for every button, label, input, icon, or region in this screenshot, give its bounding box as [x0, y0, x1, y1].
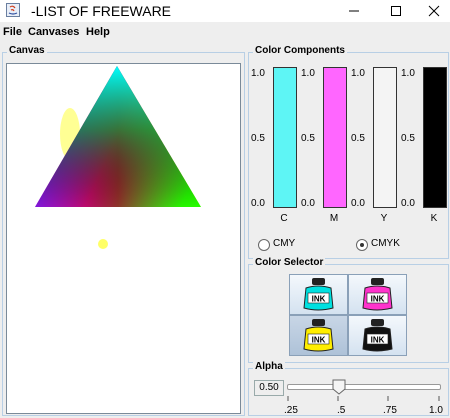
- black-bar[interactable]: [423, 67, 447, 208]
- bar-label-c: C: [280, 213, 288, 224]
- ink-bottle-icon: INK: [362, 278, 393, 311]
- alpha-slider-ticks: [287, 396, 440, 401]
- cmyk-radio-label: CMYK: [371, 238, 400, 249]
- menu-help[interactable]: Help: [86, 26, 110, 38]
- cyan-ink-button[interactable]: INK: [289, 274, 348, 315]
- alpha-legend: Alpha: [253, 361, 285, 372]
- yellow-bar[interactable]: [373, 67, 397, 208]
- alpha-tick-label: .75: [383, 405, 397, 416]
- yellow-dot: [98, 239, 108, 249]
- color-components-legend: Color Components: [253, 45, 347, 56]
- cyan-bar[interactable]: [273, 67, 297, 208]
- close-icon: [428, 5, 440, 17]
- magenta-ink-button[interactable]: INK: [348, 274, 407, 315]
- scale-label-top: 1.0: [401, 68, 415, 79]
- canvas-legend: Canvas: [7, 45, 47, 56]
- magenta-bar[interactable]: [323, 67, 347, 208]
- scale-label-top: 1.0: [301, 68, 315, 79]
- ink-bottle-icon: INK: [303, 278, 334, 311]
- scale-label-bottom: 0.0: [351, 198, 365, 209]
- cmy-radio-label: CMY: [273, 238, 296, 249]
- scale-label-top: 1.0: [251, 68, 265, 79]
- canvas-panel: Canvas: [2, 45, 245, 416]
- menu-canvases[interactable]: Canvases: [28, 26, 79, 38]
- minimize-icon: [349, 10, 359, 12]
- canvas-drawing: [35, 66, 201, 249]
- ink-label: INK: [371, 336, 385, 345]
- ink-bottle-icon: INK: [362, 319, 393, 352]
- alpha-slider-thumb[interactable]: [332, 379, 346, 395]
- close-button[interactable]: [418, 0, 450, 22]
- minimize-button[interactable]: [338, 0, 370, 22]
- menu-file[interactable]: File: [3, 26, 22, 38]
- bar-label-k: K: [430, 213, 438, 224]
- ink-label: INK: [371, 295, 385, 304]
- java-app-icon: [6, 3, 20, 17]
- title-bar: -LIST OF FREEWARE: [0, 0, 450, 22]
- color-selector-legend: Color Selector: [253, 257, 326, 268]
- alpha-tick-label: 1.0: [429, 405, 443, 416]
- cmy-radio[interactable]: [258, 239, 270, 251]
- scale-label-bottom: 0.0: [251, 198, 265, 209]
- maximize-button[interactable]: [380, 0, 412, 22]
- ink-label: INK: [312, 336, 326, 345]
- cmyk-radio[interactable]: [356, 239, 368, 251]
- color-selector-panel: Color Selector INK INK INK INK: [248, 257, 449, 363]
- scale-label-mid: 0.5: [351, 133, 365, 144]
- scale-label-mid: 0.5: [251, 133, 265, 144]
- scale-label-top: 1.0: [351, 68, 365, 79]
- scale-label-bottom: 0.0: [301, 198, 315, 209]
- window-title: -LIST OF FREEWARE: [31, 3, 172, 19]
- bar-label-m: M: [329, 213, 339, 224]
- alpha-value-field[interactable]: 0.50: [254, 380, 284, 396]
- maximize-icon: [391, 6, 401, 16]
- ink-label: INK: [312, 295, 326, 304]
- scale-label-mid: 0.5: [301, 133, 315, 144]
- alpha-slider-track[interactable]: [287, 384, 441, 390]
- scale-label-mid: 0.5: [401, 133, 415, 144]
- color-components-panel: Color Components 1.0 0.5 0.0 1.0 0.5 0.0…: [248, 45, 449, 259]
- drawing-canvas[interactable]: [6, 63, 241, 414]
- bar-label-y: Y: [380, 213, 388, 224]
- alpha-panel: Alpha 0.50 .25 .5 .75 1.0: [248, 361, 449, 416]
- ink-bottle-icon: INK: [303, 319, 334, 352]
- black-ink-button[interactable]: INK: [348, 315, 407, 356]
- alpha-tick-label: .5: [337, 405, 346, 416]
- yellow-ink-button[interactable]: INK: [289, 315, 348, 356]
- color-triangle: [35, 66, 201, 207]
- alpha-tick-label: .25: [284, 405, 298, 416]
- scale-label-bottom: 0.0: [401, 198, 415, 209]
- menu-bar: File Canvases Help: [0, 22, 450, 42]
